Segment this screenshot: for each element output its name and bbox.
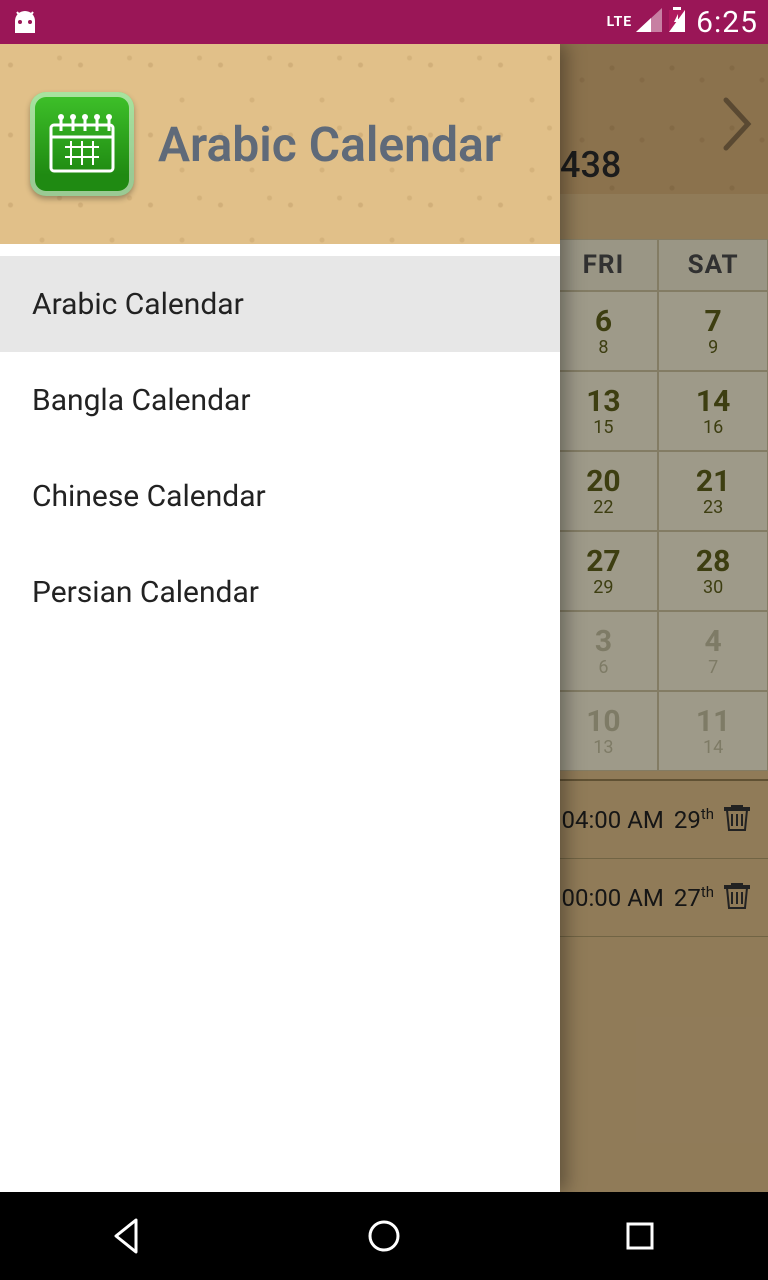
signal-icon [636,8,662,36]
drawer-header: Arabic Calendar [0,44,560,244]
status-bar: LTE 6:25 [0,0,768,44]
battery-icon [668,7,686,37]
drawer-item-persian[interactable]: Persian Calendar [0,544,560,640]
drawer-item-label: Persian Calendar [32,575,259,610]
drawer-item-label: Arabic Calendar [32,287,244,322]
navigation-drawer: Arabic Calendar Arabic Calendar Bangla C… [0,44,560,1192]
app-icon [30,92,134,196]
drawer-item-list: Arabic Calendar Bangla Calendar Chinese … [0,244,560,1192]
drawer-item-label: Bangla Calendar [32,383,251,418]
network-type-label: LTE [607,14,633,30]
drawer-item-arabic[interactable]: Arabic Calendar [0,256,560,352]
recents-button[interactable] [618,1214,662,1258]
status-clock: 6:25 [696,5,758,40]
android-nav-bar [0,1192,768,1280]
back-button[interactable] [106,1214,150,1258]
home-button[interactable] [362,1214,406,1258]
drawer-item-label: Chinese Calendar [32,479,266,514]
android-notification-icon [10,9,40,35]
drawer-item-chinese[interactable]: Chinese Calendar [0,448,560,544]
drawer-item-bangla[interactable]: Bangla Calendar [0,352,560,448]
drawer-title: Arabic Calendar [158,116,501,173]
